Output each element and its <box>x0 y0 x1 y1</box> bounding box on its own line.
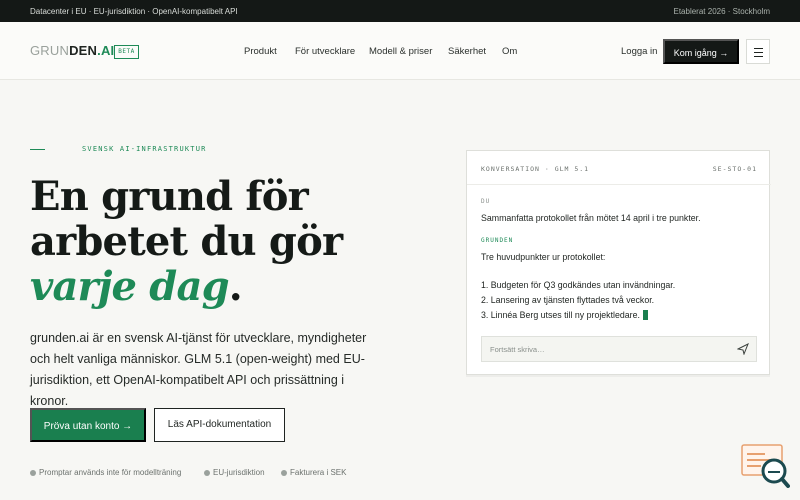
feature-text: EU-jurisdiktion <box>213 468 265 477</box>
nav-link-produkt[interactable]: Produkt <box>244 46 277 57</box>
send-icon[interactable] <box>737 343 749 355</box>
try-without-account-button[interactable]: Pröva utan konto → <box>30 408 146 442</box>
chat-card-header: KONVERSATION · GLM 5.1 SE-STO-01 <box>467 151 771 185</box>
user-message: Sammanfatta protokollet från mötet 14 ap… <box>481 213 701 223</box>
hero-line-1: En grund för <box>30 173 309 220</box>
hamburger-icon-line <box>754 52 763 53</box>
logo[interactable]: GRUNDEN.AI <box>30 43 114 58</box>
logo-part-1: GRUN <box>30 43 70 58</box>
hero-line-2: arbetet du gör <box>30 218 343 265</box>
bullet-icon <box>281 470 287 476</box>
assistant-intro: Tre huvudpunkter ur protokollet: <box>481 252 606 262</box>
bullet-icon <box>204 470 210 476</box>
bullet-icon <box>30 470 36 476</box>
feature-text: Fakturera i SEK <box>290 468 347 477</box>
kicker-line <box>30 149 45 150</box>
hero-line-3-tail: . <box>228 263 243 310</box>
menu-button[interactable] <box>746 39 770 64</box>
list-item: 1. Budgeten för Q3 godkändes utan invänd… <box>481 280 676 290</box>
list-item: 2. Lansering av tjänsten flyttades två v… <box>481 295 655 305</box>
hero-kicker-text: SVENSK AI-INFRASTRUKTUR <box>82 145 207 153</box>
logo-part-3: .AI <box>97 43 115 58</box>
topbar-right-text: Etablerat 2026 · Stockholm <box>673 7 771 16</box>
nav-link-modell-priser[interactable]: Modell & priser <box>369 46 432 57</box>
get-started-button[interactable]: Kom igång → <box>663 39 739 64</box>
nav-link-sakerhet[interactable]: Säkerhet <box>448 46 486 57</box>
search-help-icon[interactable] <box>741 444 790 488</box>
assistant-response-list: 1. Budgeten för Q3 godkändes utan invänd… <box>481 278 675 323</box>
assistant-role-label: GRUNDEN <box>481 237 514 244</box>
feature-item: Fakturera i SEK <box>281 468 346 477</box>
beta-badge: BETA <box>114 45 139 59</box>
typing-cursor <box>642 310 648 320</box>
login-link[interactable]: Logga in <box>621 46 657 57</box>
api-docs-button[interactable]: Läs API-dokumentation <box>154 408 285 442</box>
list-item: 3. Linnéa Berg utses till ny projektleda… <box>481 308 675 323</box>
hero-heading: En grund för arbetet du gör varje dag. <box>30 173 343 310</box>
chat-input-placeholder: Fortsätt skriva… <box>490 345 545 354</box>
feature-text: Promptar används inte för modellträning <box>39 468 182 477</box>
feature-item: EU-jurisdiktion <box>204 468 265 477</box>
user-role-label: DU <box>481 198 491 205</box>
hero-line-3-highlight: varje dag <box>30 263 230 310</box>
conversation-label: KONVERSATION · GLM 5.1 <box>481 165 590 173</box>
topbar-left-text: Datacenter i EU · EU-jurisdiktion · Open… <box>30 7 238 16</box>
chat-demo-card: KONVERSATION · GLM 5.1 SE-STO-01 DU Samm… <box>466 150 771 375</box>
nav-link-om[interactable]: Om <box>502 46 517 57</box>
top-announcement-bar: Datacenter i EU · EU-jurisdiktion · Open… <box>0 0 800 22</box>
logo-part-2: DEN <box>69 43 98 58</box>
feature-item: Promptar används inte för modellträning <box>30 468 181 477</box>
main-navigation: GRUNDEN.AI BETA Produkt För utvecklare M… <box>0 22 800 80</box>
chat-input[interactable]: Fortsätt skriva… <box>481 336 757 362</box>
nav-link-for-utvecklare[interactable]: För utvecklare <box>295 46 355 57</box>
server-id: SE-STO-01 <box>712 165 757 173</box>
list-item-text: 3. Linnéa Berg utses till ny projektleda… <box>481 310 640 320</box>
hero-description: grunden.ai är en svensk AI-tjänst för ut… <box>30 331 367 408</box>
hamburger-icon-line <box>754 56 763 57</box>
hamburger-icon-line <box>754 48 763 49</box>
